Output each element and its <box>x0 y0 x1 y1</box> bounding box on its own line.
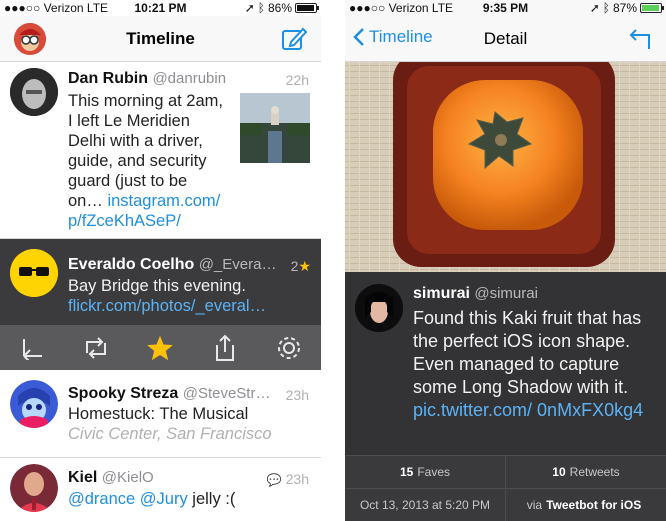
tweet-timestamp: Oct 13, 2013 at 5:20 PM <box>345 488 505 521</box>
tweet-author[interactable]: Spooky Streza @SteveStr… <box>68 385 270 403</box>
battery-percent: 87% <box>612 1 637 15</box>
retweet-button[interactable] <box>80 332 112 364</box>
tweet-text: @drance @Jury jelly :( <box>68 490 236 508</box>
avatar[interactable] <box>355 284 403 332</box>
page-title: Detail <box>483 29 528 48</box>
status-right: ➚ ᛒ 86% <box>244 1 319 15</box>
tweet-row[interactable]: Spooky Streza @SteveStr… 23h Homestuck: … <box>0 370 321 458</box>
tweet-handle: @KielO <box>101 469 154 486</box>
battery-percent: 86% <box>267 1 292 15</box>
bluetooth-icon: ᛒ <box>257 1 265 15</box>
reply-icon <box>629 29 650 49</box>
timeline-screen: ●●●○○ Verizon LTE 10:21 PM ➚ ᛒ 86% Timel… <box>0 0 321 521</box>
avatar[interactable] <box>10 249 58 297</box>
retweets-count[interactable]: 10 Retweets <box>506 455 666 488</box>
tweet-row[interactable]: Dan Rubin @danrubin 22h This morning at … <box>0 62 321 239</box>
tweet-text: This morning at 2am, I left Le Meridien … <box>68 91 232 231</box>
reply-button[interactable] <box>16 332 48 364</box>
tweet-author[interactable]: Everaldo Coelho @_Evera… <box>68 256 276 274</box>
tweet-link[interactable]: flickr.com/photos/_everal… <box>68 296 313 316</box>
avatar[interactable] <box>10 68 58 116</box>
tweet-age: 💬 23h <box>266 471 309 487</box>
tweet-age: 2★ <box>290 258 311 274</box>
battery-icon <box>640 3 664 13</box>
star-icon: ★ <box>298 258 311 274</box>
nav-bar: Timeline <box>0 16 321 62</box>
tweet-handle: @simurai <box>474 285 538 302</box>
tweet-handle: @SteveStr… <box>182 385 271 402</box>
tweet-location[interactable]: Civic Center, San Francisco <box>68 424 308 444</box>
tweet-link[interactable]: instagram.com/ <box>107 192 220 210</box>
compose-button[interactable] <box>281 26 308 52</box>
tweet-author[interactable]: simurai @simurai <box>413 285 538 303</box>
tweet-link-continued[interactable]: 0nMxFX0kg4 <box>537 400 643 420</box>
page-title: Timeline <box>126 29 195 48</box>
tweet-handle: @danrubin <box>152 70 227 87</box>
detail-tweet: simurai @simurai Found this Kaki fruit t… <box>345 272 666 455</box>
compose-icon <box>282 27 308 50</box>
mention-link[interactable]: @Jury <box>140 490 188 508</box>
tweet-handle: @_Evera… <box>198 256 277 273</box>
status-bar: ●●●○○ Verizon LTE 9:35 PM ➚ ᛒ 87% <box>345 0 666 16</box>
tweet-age: 22h <box>285 72 309 88</box>
tweet-age: 23h <box>285 387 309 403</box>
tweet-row-selected[interactable]: Everaldo Coelho @_Evera… 2★ Bay Bridge t… <box>0 239 321 325</box>
tweet-text: Found this Kaki fruit that has the perfe… <box>413 308 644 420</box>
avatar[interactable] <box>10 380 58 428</box>
star-icon <box>147 335 174 360</box>
status-bar: ●●●○○ Verizon LTE 10:21 PM ➚ ᛒ 86% <box>0 0 321 16</box>
tweet-link[interactable]: pic.twitter.com/ <box>413 400 532 420</box>
bluetooth-icon: ᛒ <box>602 1 610 15</box>
tweet-text: Bay Bridge this evening. flickr.com/phot… <box>68 276 313 316</box>
mention-link[interactable]: @drance <box>68 490 135 508</box>
share-icon <box>215 334 234 361</box>
status-right: ➚ ᛒ 87% <box>589 1 664 15</box>
tweet-photo-thumbnail[interactable] <box>240 93 310 163</box>
conversation-icon: 💬 <box>266 473 282 487</box>
tweet-photo[interactable] <box>345 62 666 272</box>
screen-divider <box>321 0 345 521</box>
reply-button[interactable] <box>628 27 652 56</box>
location-icon: ➚ <box>244 1 255 15</box>
tweet-link-continued[interactable]: p/fZceKhASeP/ <box>68 211 232 231</box>
share-button[interactable] <box>209 332 241 364</box>
location-icon: ➚ <box>589 1 600 15</box>
retweet-icon <box>86 336 107 359</box>
tweet-row[interactable]: Kiel @KielO 💬 23h @drance @Jury jelly :( <box>0 458 321 521</box>
tweet-author[interactable]: Dan Rubin @danrubin <box>68 70 226 88</box>
tweet-source[interactable]: via Tweetbot for iOS <box>506 488 666 521</box>
tweet-author[interactable]: Kiel @KielO <box>68 469 154 487</box>
settings-button[interactable] <box>273 332 305 364</box>
gear-icon <box>277 336 300 359</box>
battery-icon <box>295 3 319 13</box>
tweet-action-bar <box>0 325 321 370</box>
avatar[interactable] <box>10 464 58 512</box>
nav-bar: Timeline Detail <box>345 16 666 62</box>
faves-count[interactable]: 15 Faves <box>345 455 505 488</box>
tweet-text: Homestuck: The Musical Civic Center, San… <box>68 404 308 444</box>
reply-icon <box>23 338 43 360</box>
detail-screen: ●●●○○ Verizon LTE 9:35 PM ➚ ᛒ 87% Timeli… <box>345 0 666 521</box>
favorite-button[interactable] <box>144 332 176 364</box>
tweet-stats: 15 Faves 10 Retweets Oct 13, 2013 at 5:20 … <box>345 455 666 521</box>
